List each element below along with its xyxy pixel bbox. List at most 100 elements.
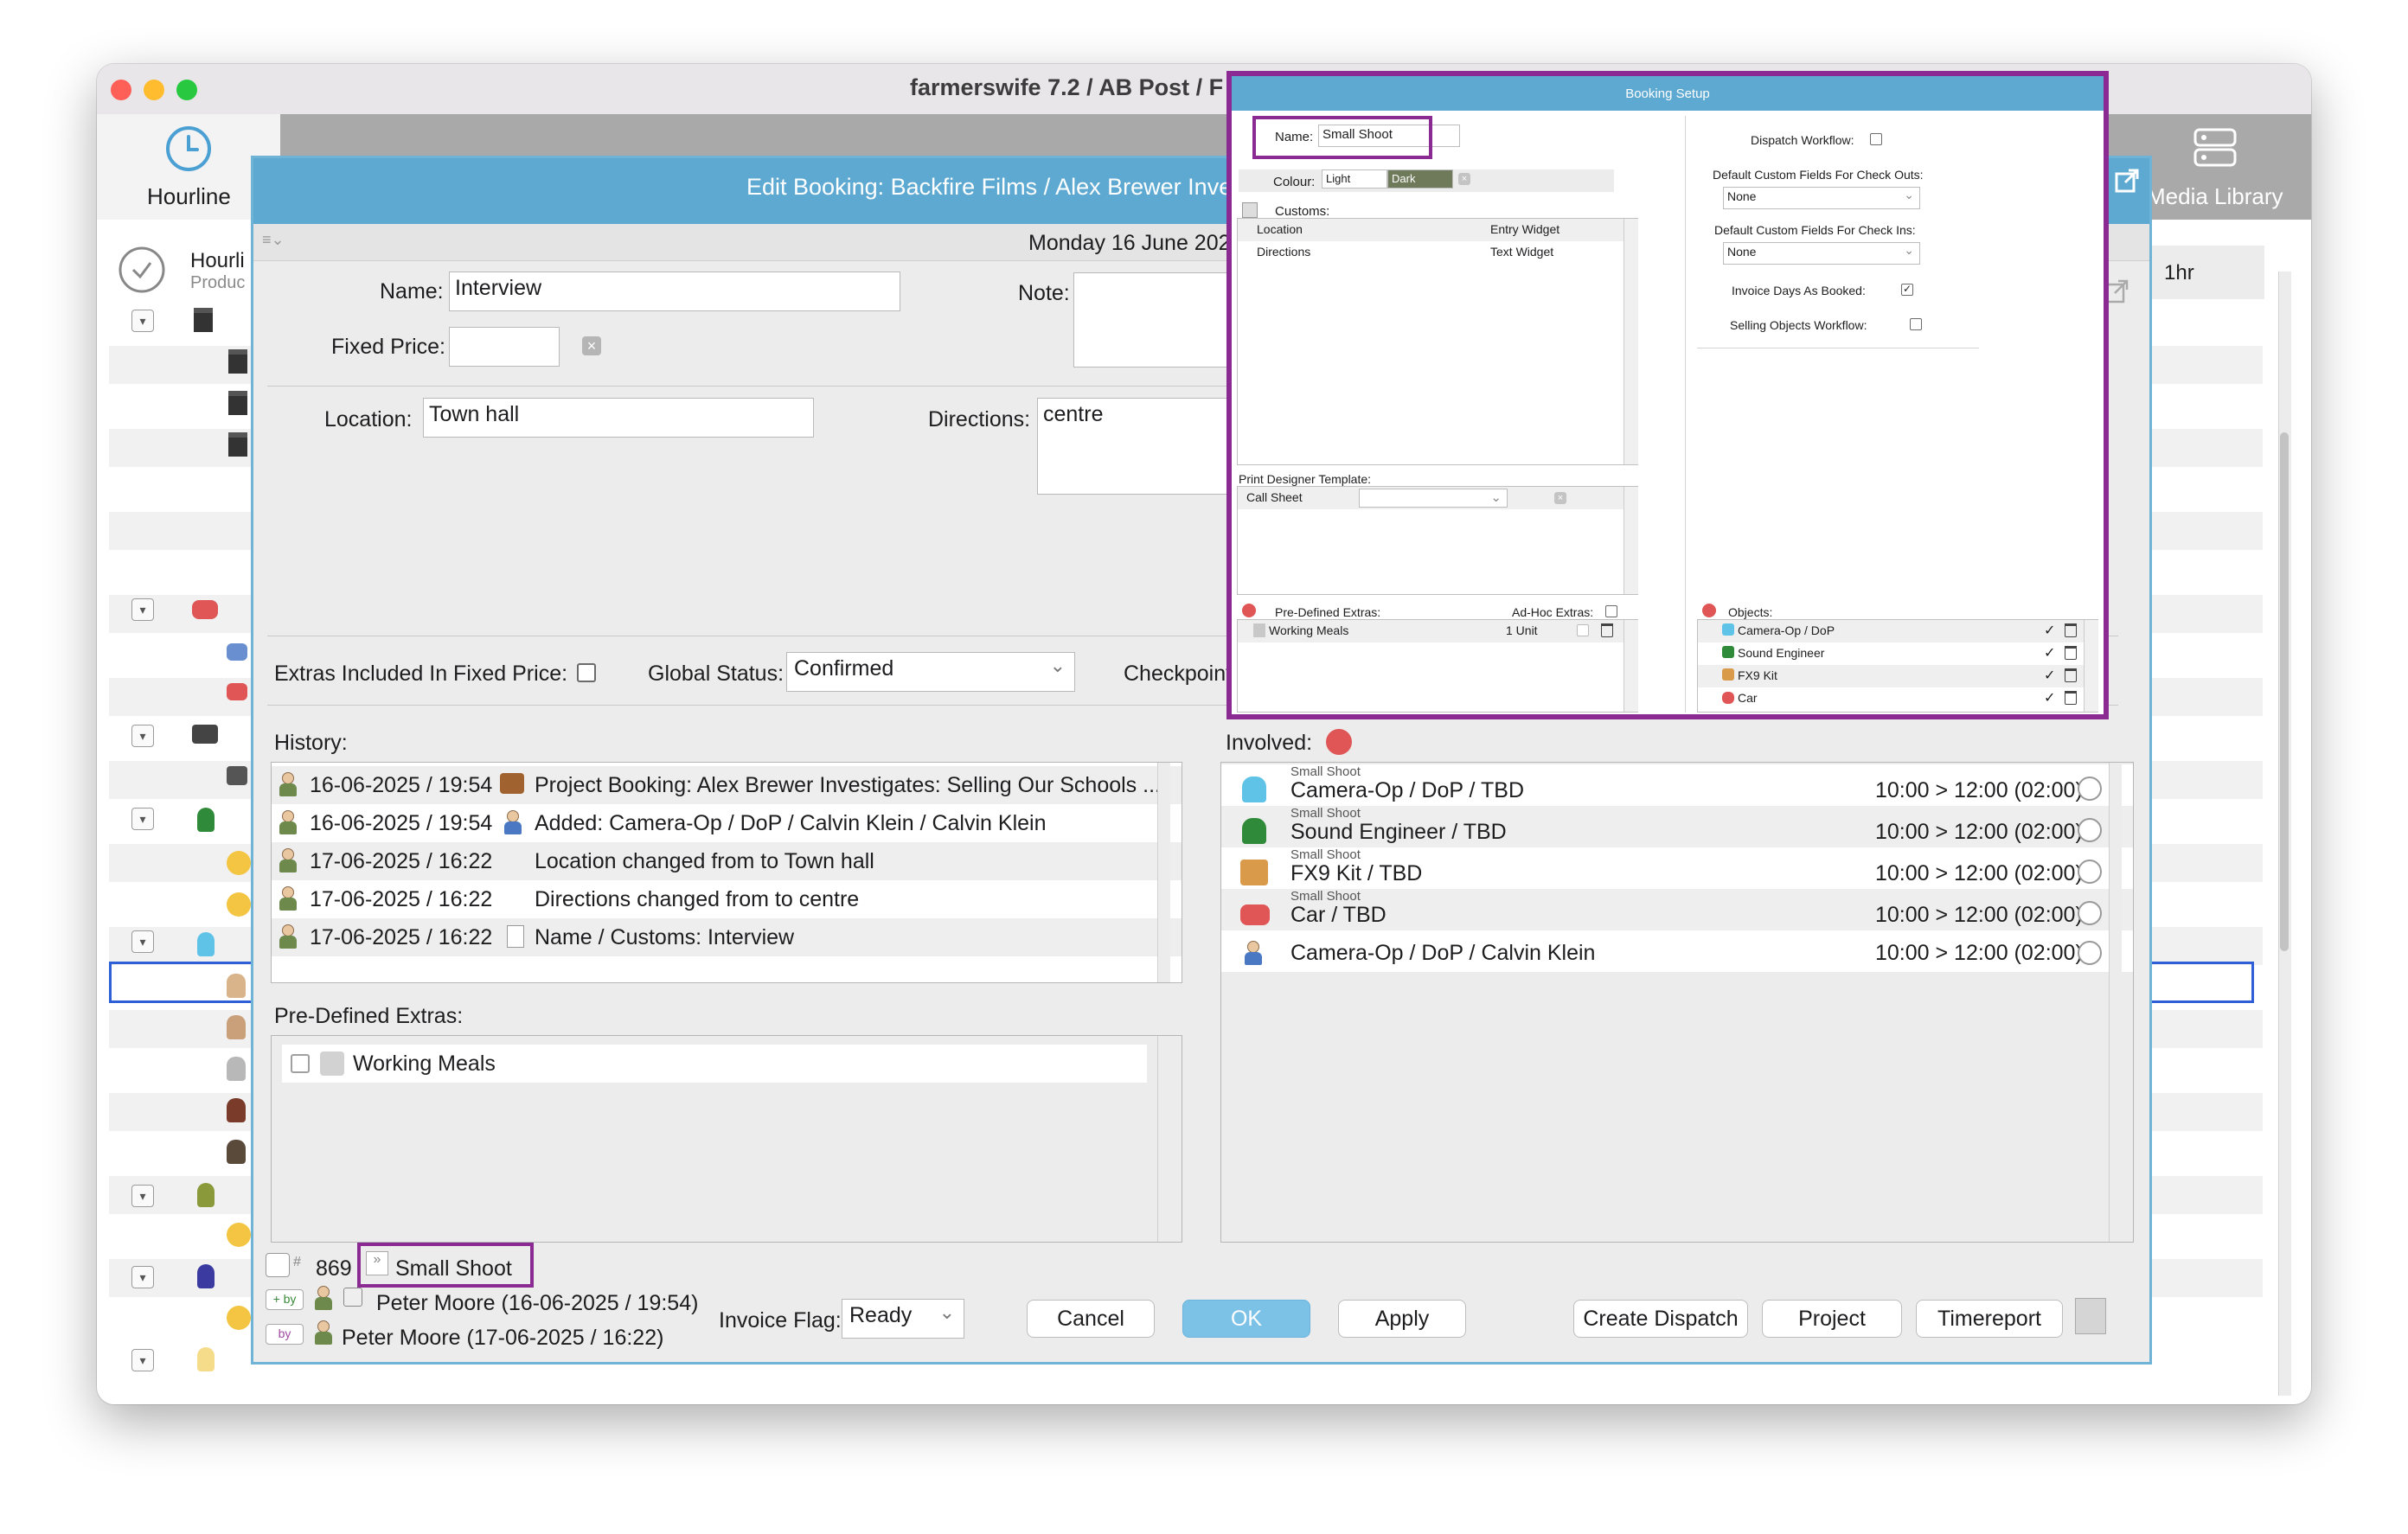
project-button[interactable]: Project [1762, 1300, 1902, 1338]
checkouts-select[interactable]: None ⌄ [1723, 187, 1920, 209]
involved-name: FX9 Kit / TBD [1290, 861, 1423, 885]
expand-toggle[interactable]: ▾ [131, 1185, 154, 1207]
object-row[interactable]: Camera-Op / DoP ✓ [1698, 620, 2097, 642]
location-input[interactable]: Town hall [423, 398, 814, 438]
involved-row[interactable]: Small Shoot Camera-Op / DoP / TBD 10:00 … [1221, 764, 2133, 806]
setup-extra-name: Working Meals [1269, 623, 1349, 637]
trash-icon[interactable] [2065, 646, 2077, 660]
dispatch-workflow-checkbox[interactable] [1870, 133, 1882, 145]
zoom-window-button[interactable] [176, 80, 197, 100]
clock-add-icon[interactable] [2078, 818, 2102, 842]
cancel-button[interactable]: Cancel [1027, 1300, 1155, 1338]
timereport-button[interactable]: Timereport [1916, 1300, 2063, 1338]
expand-toggle[interactable]: ▾ [131, 1266, 154, 1288]
add-object-icon[interactable] [1326, 729, 1352, 755]
close-window-button[interactable] [111, 80, 131, 100]
notes-icon[interactable] [2075, 1298, 2106, 1334]
clock-add-icon[interactable] [2078, 860, 2102, 884]
history-row[interactable]: 17-06-2025 / 16:22 Location changed from… [272, 842, 1182, 880]
object-row[interactable]: FX9 Kit ✓ [1698, 665, 2097, 687]
fixed-price-input[interactable] [449, 327, 560, 367]
extra-row[interactable]: Working Meals [282, 1045, 1147, 1083]
history-row[interactable]: 16-06-2025 / 19:54 Project Booking: Alex… [272, 766, 1182, 804]
clear-icon[interactable]: × [582, 336, 601, 355]
expand-toggle[interactable]: ▾ [131, 1349, 154, 1371]
selling-objects-checkbox[interactable] [1910, 318, 1922, 330]
customs-list[interactable]: Location Entry Widget Directions Text Wi… [1237, 218, 1638, 465]
customs-row[interactable]: Directions Text Widget [1238, 241, 1637, 264]
involved-row[interactable]: Small Shoot Car / TBD 10:00 > 12:00 (02:… [1221, 889, 2133, 930]
checkouts-value: None [1727, 189, 1757, 203]
background-scrollbar-thumb[interactable] [2280, 432, 2289, 951]
clear-icon[interactable]: × [1458, 173, 1470, 185]
history-row[interactable]: 17-06-2025 / 16:22 Name / Customs: Inter… [272, 918, 1182, 956]
menu-icon[interactable]: ≡⌄ [262, 231, 285, 249]
object-row[interactable]: Sound Engineer ✓ [1698, 642, 2097, 665]
directions-label: Directions: [928, 407, 1031, 431]
create-dispatch-button[interactable]: Create Dispatch [1573, 1300, 1748, 1338]
trash-icon[interactable] [2065, 668, 2077, 682]
check-icon[interactable]: ✓ [2044, 622, 2055, 639]
extras-scrollbar[interactable] [1157, 1036, 1170, 1242]
predefined-extras-list[interactable]: Working Meals [271, 1035, 1182, 1243]
popout-icon[interactable] [2115, 169, 2139, 193]
history-list[interactable]: 16-06-2025 / 19:54 Project Booking: Alex… [271, 762, 1182, 983]
expand-toggle[interactable]: ▾ [131, 808, 154, 830]
print-template-list[interactable]: Call Sheet ⌄ × [1237, 486, 1638, 595]
print-template-scrollbar[interactable] [1623, 487, 1638, 594]
global-status-select[interactable]: Confirmed ⌄ [786, 652, 1075, 692]
trash-icon[interactable] [2065, 623, 2077, 637]
clock-add-icon[interactable] [2078, 941, 2102, 965]
expand-toggle[interactable]: ▾ [131, 930, 154, 953]
involved-row[interactable]: Small Shoot Sound Engineer / TBD 10:00 >… [1221, 806, 2133, 847]
invoice-flag-select[interactable]: Ready ⌄ [842, 1299, 964, 1339]
print-template-select[interactable]: ⌄ [1359, 489, 1508, 508]
setup-extras-scrollbar[interactable] [1623, 620, 1638, 712]
colour-dark-swatch[interactable]: Dark [1387, 169, 1453, 189]
expand-toggle[interactable]: ▾ [131, 310, 154, 332]
person-icon [1242, 777, 1266, 802]
person-icon [197, 1183, 215, 1207]
history-label: History: [274, 731, 348, 755]
involved-row[interactable]: Small Shoot FX9 Kit / TBD 10:00 > 12:00 … [1221, 847, 2133, 889]
objects-list[interactable]: Camera-Op / DoP ✓ Sound Engineer ✓ FX9 K… [1697, 619, 2098, 713]
apply-button[interactable]: Apply [1338, 1300, 1466, 1338]
clock-add-icon[interactable] [2078, 901, 2102, 925]
customs-scrollbar[interactable] [1623, 219, 1638, 464]
adhoc-extras-checkbox[interactable] [1605, 605, 1617, 617]
check-icon[interactable]: ✓ [2044, 689, 2055, 706]
trash-icon[interactable] [1601, 623, 1613, 637]
customs-row[interactable]: Location Entry Widget [1238, 219, 1637, 241]
invoice-days-checkbox[interactable]: ✓ [1901, 284, 1913, 296]
clock-add-icon[interactable] [2078, 777, 2102, 801]
clear-icon[interactable]: × [1554, 492, 1566, 504]
check-icon[interactable]: ✓ [2044, 667, 2055, 684]
objects-scrollbar[interactable] [2084, 620, 2098, 712]
extras-included-checkbox[interactable] [577, 663, 596, 682]
involved-list[interactable]: Small Shoot Camera-Op / DoP / TBD 10:00 … [1220, 762, 2134, 1243]
minimize-window-button[interactable] [144, 80, 164, 100]
involved-scrollbar[interactable] [2109, 763, 2122, 1242]
history-row[interactable]: 17-06-2025 / 16:22 Directions changed fr… [272, 880, 1182, 918]
object-row[interactable]: Car ✓ [1698, 687, 2097, 710]
media-library-icon[interactable] [2193, 128, 2237, 168]
history-scrollbar[interactable] [1157, 763, 1170, 982]
name-input[interactable]: Interview [449, 272, 900, 311]
colour-light-swatch[interactable]: Light [1322, 169, 1387, 189]
directions-input[interactable]: centre [1037, 398, 1231, 495]
print-template-row[interactable]: Call Sheet ⌄ × [1238, 487, 1637, 509]
setup-extra-checkbox[interactable] [1577, 624, 1589, 636]
trash-icon[interactable] [2065, 691, 2077, 705]
toolbar-media-library-label[interactable]: Media Library [2147, 183, 2283, 210]
history-row[interactable]: 16-06-2025 / 19:54 Added: Camera-Op / Do… [272, 804, 1182, 842]
setup-extra-row[interactable]: Working Meals 1 Unit [1238, 620, 1637, 642]
ok-button[interactable]: OK [1182, 1300, 1310, 1338]
note-input[interactable] [1073, 272, 1231, 368]
check-icon[interactable]: ✓ [2044, 644, 2055, 662]
expand-toggle[interactable]: ▾ [131, 598, 154, 621]
checkins-select[interactable]: None ⌄ [1723, 242, 1920, 265]
expand-toggle[interactable]: ▾ [131, 725, 154, 747]
setup-extras-list[interactable]: Working Meals 1 Unit [1237, 619, 1638, 713]
involved-row[interactable]: Camera-Op / DoP / Calvin Klein 10:00 > 1… [1221, 930, 2133, 972]
extra-checkbox[interactable] [291, 1054, 310, 1073]
